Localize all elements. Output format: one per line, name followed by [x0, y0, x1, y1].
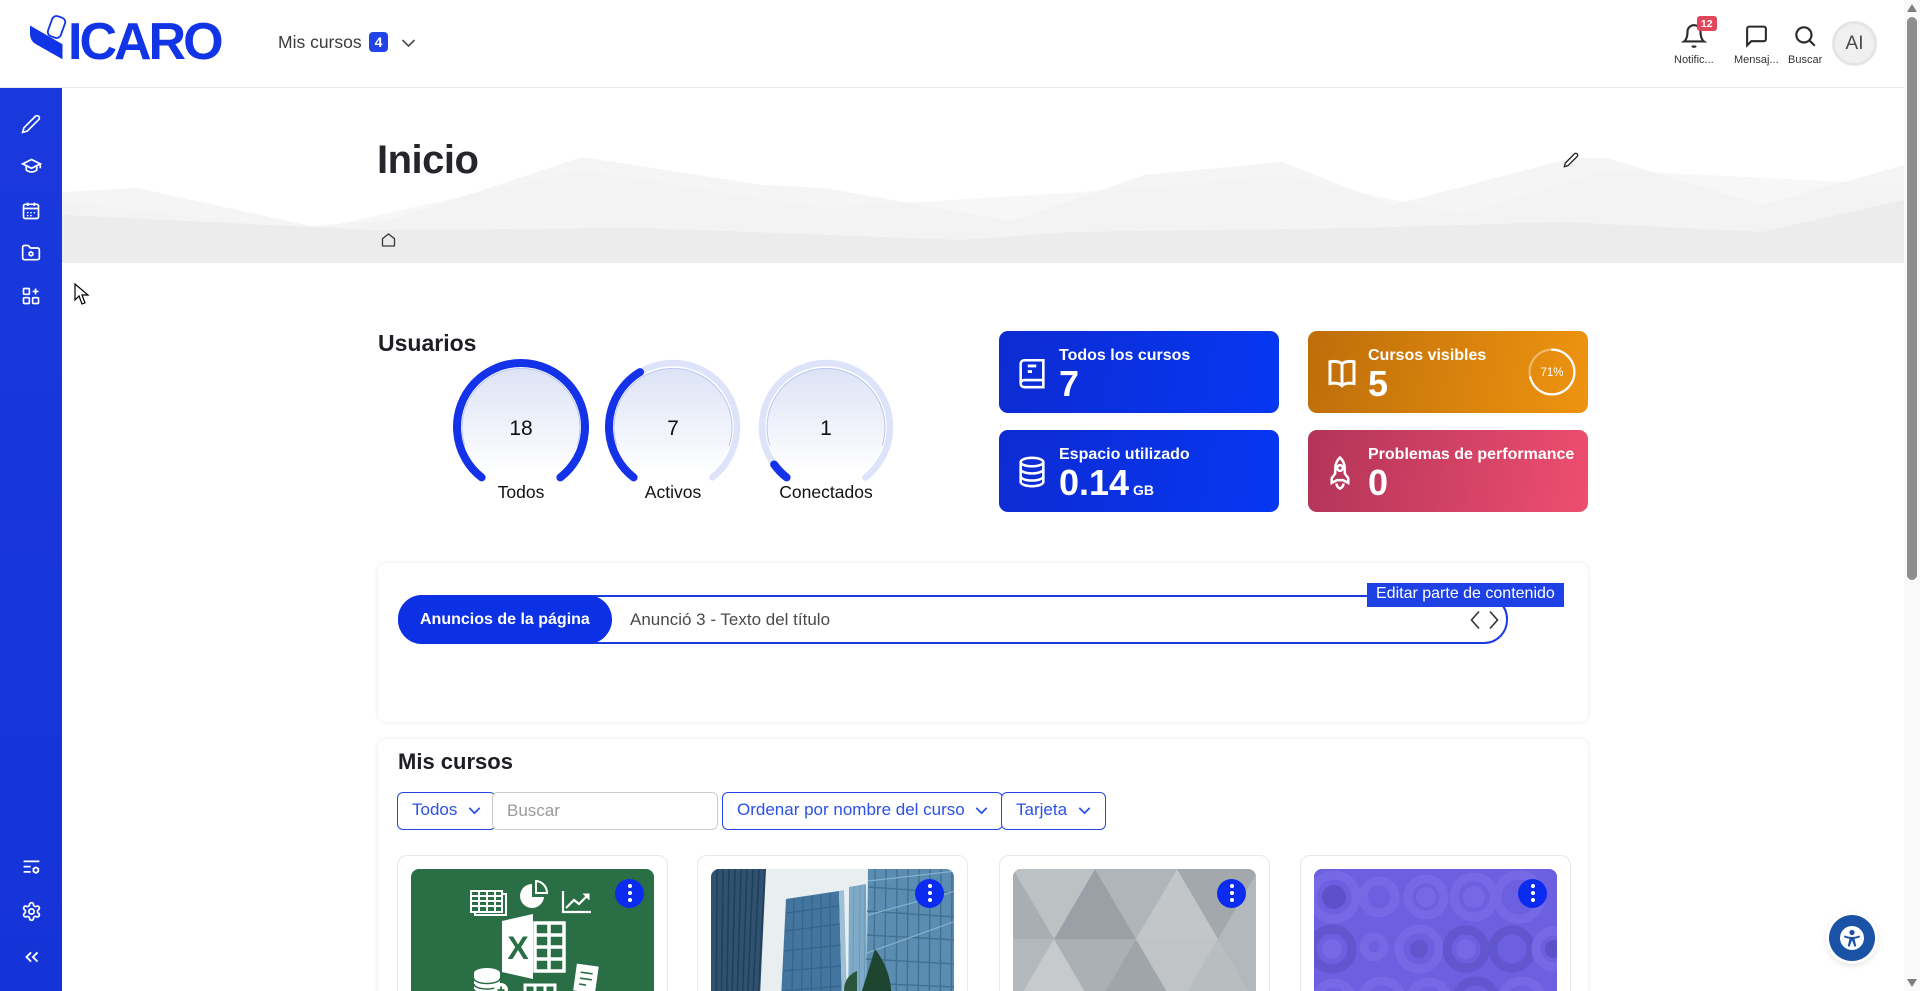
svg-text:18: 18: [509, 417, 532, 440]
svg-text:X: X: [507, 930, 529, 966]
svg-text:1: 1: [820, 417, 832, 440]
svg-text:7: 7: [667, 417, 679, 440]
svg-text:71%: 71%: [1540, 367, 1563, 379]
